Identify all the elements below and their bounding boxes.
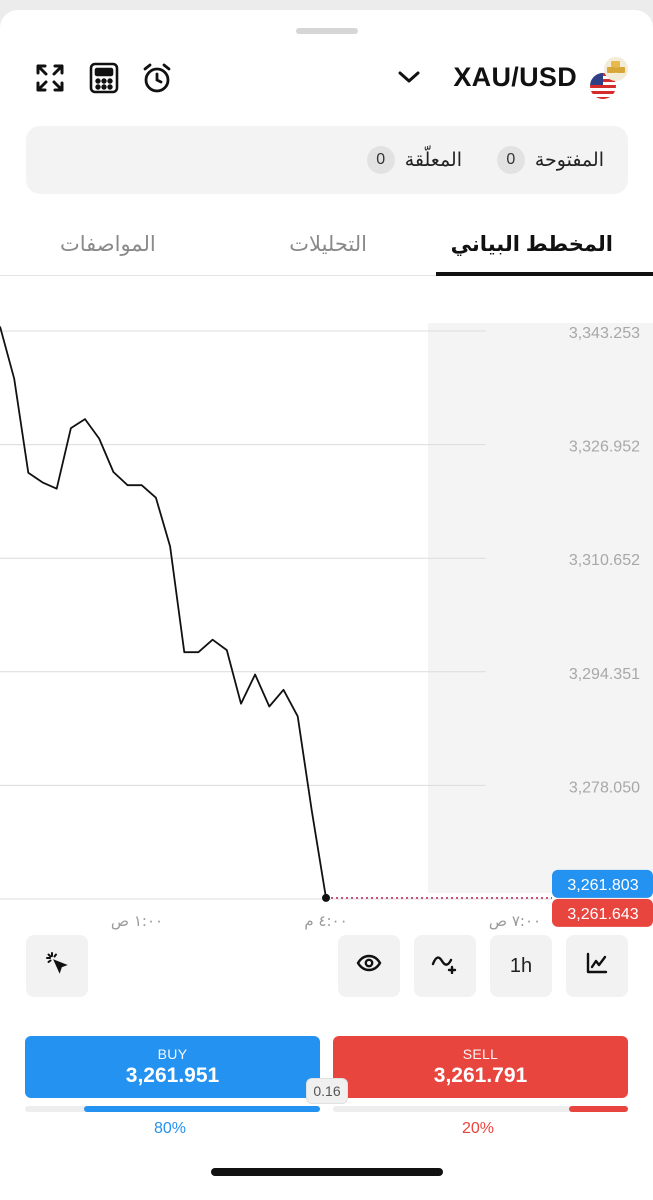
ask-price-tag: 3,261.803 (567, 877, 638, 894)
instrument-symbol[interactable]: XAU/USD (453, 62, 577, 93)
tab-bar: المخطط البياني التحليلات المواصفات (0, 220, 653, 276)
sell-sentiment-fill (569, 1106, 628, 1112)
pending-orders-label: المعلّقة (404, 149, 462, 171)
timeframe-button[interactable]: 1h (490, 935, 552, 997)
future-area (428, 323, 653, 893)
chart-type-icon (585, 951, 609, 981)
home-indicator[interactable] (211, 1168, 443, 1176)
instrument-header: XAU/USD (0, 50, 653, 120)
visibility-eye-icon (356, 953, 382, 979)
tab-analysis[interactable]: التحليلات (289, 232, 367, 257)
buy-sentiment-bar (25, 1106, 320, 1112)
price-line (0, 326, 327, 899)
open-positions-count: 0 (496, 146, 525, 174)
trade-sheet: XAU/USD المفتوحة 0 المعلّقة 0 المخطط الب… (0, 10, 653, 1200)
alarm-icon[interactable] (137, 58, 177, 98)
sell-sentiment-bar (333, 1106, 628, 1112)
active-tab-indicator (436, 272, 653, 276)
sell-price: 3,261.791 (433, 1064, 528, 1087)
indicator-add-icon (431, 952, 459, 980)
open-positions-label: المفتوحة (534, 149, 604, 171)
cursor-select-icon (45, 951, 69, 981)
cursor-select-button[interactable] (26, 935, 88, 997)
tab-specs[interactable]: المواصفات (60, 232, 156, 257)
x-axis-label: ٧:٠٠ ص (489, 912, 541, 930)
tab-chart[interactable]: المخطط البياني (451, 232, 613, 257)
buy-sentiment-percent: 80% (154, 1120, 187, 1137)
buy-price: 3,261.951 (125, 1064, 220, 1087)
calculator-icon[interactable] (84, 58, 124, 98)
price-chart-svg[interactable]: 3,343.253 3,326.952 3,310.652 3,294.351 3,27… (0, 278, 653, 938)
positions-summary: المفتوحة 0 المعلّقة 0 (26, 126, 628, 194)
open-positions[interactable]: المفتوحة 0 (496, 146, 604, 174)
sell-sentiment-percent: 20% (462, 1120, 495, 1137)
pending-orders[interactable]: المعلّقة 0 (366, 146, 462, 174)
sheet-grabber-handle[interactable] (296, 28, 358, 34)
bid-price-tag: 3,261.643 (567, 906, 638, 923)
buy-button[interactable]: BUY 3,261.951 (25, 1036, 320, 1098)
y-axis-label: 3,310.652 (569, 552, 640, 569)
add-indicator-button[interactable] (414, 935, 476, 997)
spread-badge: 0.16 (306, 1078, 348, 1104)
x-axis-label: ١:٠٠ ص (111, 912, 163, 930)
chevron-down-icon[interactable] (395, 60, 423, 94)
sell-label: SELL (462, 1046, 499, 1062)
sell-button[interactable]: SELL 3,261.791 (333, 1036, 628, 1098)
last-price-dot (322, 893, 330, 902)
y-axis-label: 3,343.253 (569, 325, 640, 342)
buy-label: BUY (157, 1046, 188, 1062)
expand-icon[interactable] (30, 58, 70, 98)
y-axis-label: 3,294.351 (569, 666, 640, 683)
instrument-flag-icon (589, 54, 629, 100)
x-axis-label: ٤:٠٠ م (304, 912, 347, 930)
pending-orders-count: 0 (366, 146, 395, 174)
visibility-button[interactable] (338, 935, 400, 997)
y-axis-label: 3,278.050 (569, 779, 640, 796)
buy-sentiment-fill (84, 1106, 320, 1112)
price-chart[interactable]: 3,343.253 3,326.952 3,310.652 3,294.351 3,27… (0, 278, 653, 938)
y-axis-label: 3,326.952 (569, 439, 640, 456)
chart-type-button[interactable] (566, 935, 628, 997)
